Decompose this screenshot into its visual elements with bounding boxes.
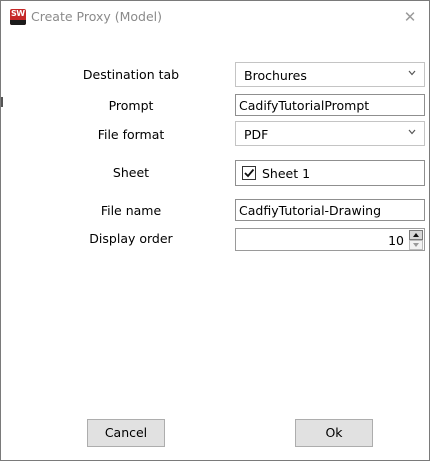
chevron-down-icon [408, 70, 416, 78]
solidworks-logo-icon: SW [10, 9, 26, 25]
display-order-label: Display order [89, 231, 173, 246]
cancel-button[interactable]: Cancel [87, 419, 165, 447]
spin-down-button[interactable] [409, 240, 423, 250]
prompt-field-box [235, 94, 425, 116]
file-format-value: PDF [244, 127, 269, 142]
checkmark-icon [244, 168, 255, 178]
destination-tab-select[interactable]: Brochures [235, 62, 425, 87]
chevron-down-icon [408, 129, 416, 137]
title-bar: SW Create Proxy (Model) ✕ [1, 1, 429, 33]
window-title: Create Proxy (Model) [31, 9, 163, 24]
sheet-label: Sheet [112, 165, 150, 180]
logo-text: SW [11, 9, 25, 18]
create-proxy-dialog: SW Create Proxy (Model) ✕ Destination ta… [0, 0, 430, 461]
triangle-down-icon [413, 243, 419, 247]
destination-tab-label: Destination tab [82, 67, 180, 82]
display-order-spinner[interactable]: 10 [235, 228, 425, 251]
sheet-1-checkbox[interactable] [242, 166, 256, 180]
destination-tab-value: Brochures [244, 68, 307, 83]
file-format-label: File format [97, 127, 165, 142]
file-name-input[interactable] [236, 200, 419, 219]
file-name-label: File name [100, 203, 162, 218]
sheet-1-label[interactable]: Sheet 1 [262, 166, 310, 181]
resize-edge-marker [1, 97, 3, 107]
prompt-label: Prompt [108, 98, 154, 113]
display-order-value[interactable]: 10 [388, 233, 404, 248]
triangle-up-icon [413, 233, 419, 237]
spin-up-button[interactable] [409, 230, 423, 240]
ok-button[interactable]: Ok [295, 419, 373, 447]
sheet-list: Sheet 1 [235, 160, 425, 186]
file-name-field-box [235, 199, 425, 221]
prompt-input[interactable] [236, 95, 419, 114]
close-icon[interactable]: ✕ [399, 6, 421, 28]
file-format-select[interactable]: PDF [235, 121, 425, 146]
logo-bar [10, 20, 26, 25]
